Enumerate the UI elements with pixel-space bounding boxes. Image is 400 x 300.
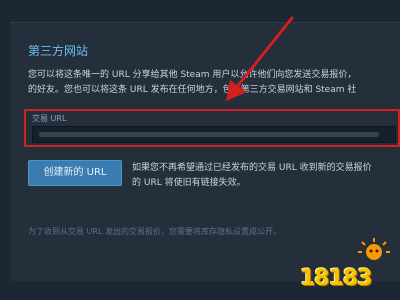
site-watermark-logo: 18183 — [296, 238, 400, 298]
privacy-footnote: 为了收到从交易 URL 发出的交易报价，您需要将库存隐私设置成公开。 — [28, 227, 281, 236]
create-new-url-button[interactable]: 创建新的 URL — [28, 160, 122, 186]
trade-url-value-redacted — [39, 132, 379, 137]
section-description: 您可以将这条唯一的 URL 分享给其他 Steam 用户以允许他们向您发送交易报… — [28, 68, 400, 98]
steam-trade-url-page: 第三方网站 您可以将这条唯一的 URL 分享给其他 Steam 用户以允许他们向… — [0, 0, 400, 300]
description-line: 的好友。您也可以将这条 URL 发布在任何地方，包括第三方交易网站和 Steam… — [28, 85, 357, 95]
note-line: 如果您不再希望通过已经发布的交易 URL 收到新的交易报价 — [132, 163, 372, 173]
watermark-text: 18183 — [300, 266, 373, 291]
note-line: 的 URL 将使旧有链接失效。 — [132, 178, 246, 188]
trade-url-field[interactable] — [32, 126, 396, 143]
trade-url-label: 交易 URL — [32, 114, 67, 123]
description-line: 您可以将这条唯一的 URL 分享给其他 Steam 用户以允许他们向您发送交易报… — [28, 70, 357, 80]
create-url-note: 如果您不再希望通过已经发布的交易 URL 收到新的交易报价 的 URL 将使旧有… — [132, 161, 400, 191]
section-title: 第三方网站 — [28, 44, 89, 58]
trade-url-highlight-box: 交易 URL — [24, 109, 400, 147]
